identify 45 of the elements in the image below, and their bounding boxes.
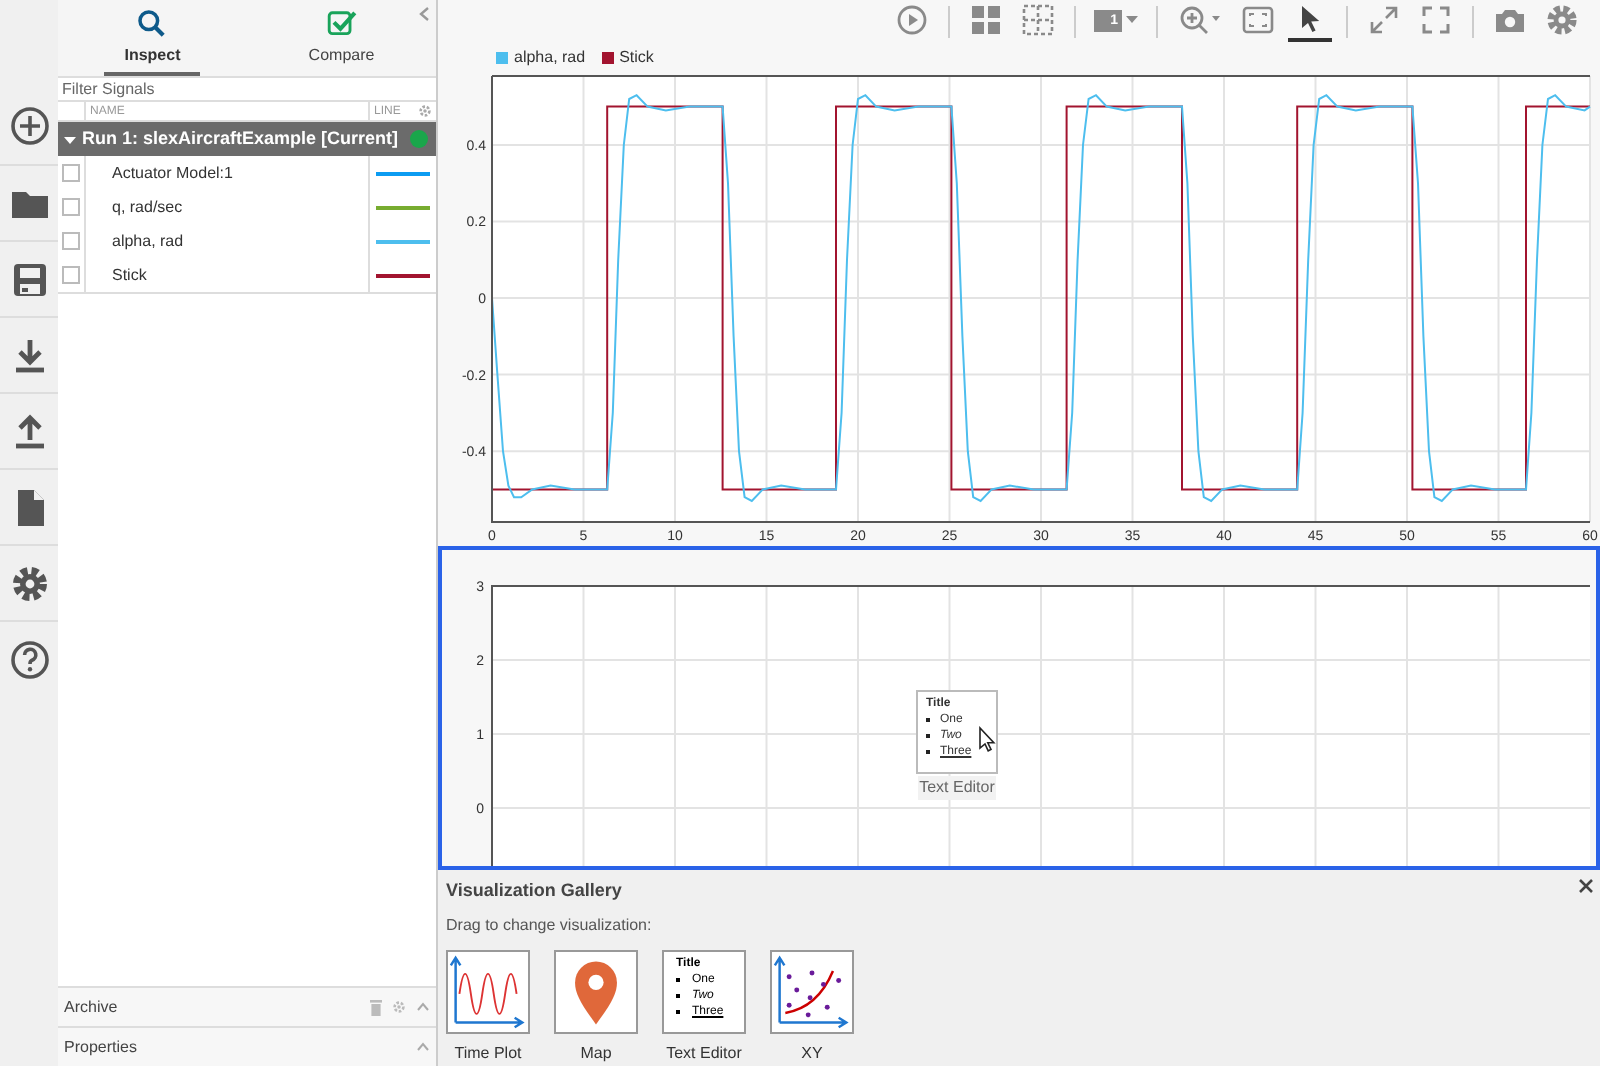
legend-label: alpha, rad bbox=[514, 46, 586, 70]
dotted-grid-icon bbox=[1022, 4, 1054, 37]
signal-name[interactable]: Stick bbox=[86, 263, 368, 287]
checkbox[interactable] bbox=[62, 198, 80, 216]
signal-name[interactable]: Actuator Model:1 bbox=[86, 161, 368, 185]
gallery-tile[interactable] bbox=[554, 950, 638, 1034]
checkbox[interactable] bbox=[62, 232, 80, 250]
gallery-title: Visualization Gallery bbox=[446, 877, 622, 904]
caret-icon bbox=[1126, 16, 1138, 25]
gallery-label: Map bbox=[580, 1042, 612, 1066]
save-icon[interactable] bbox=[9, 259, 49, 299]
zoom-in-icon bbox=[1178, 4, 1222, 37]
expand-icon bbox=[1368, 4, 1400, 37]
checkbox[interactable] bbox=[62, 266, 80, 284]
gallery-hint: Drag to change visualization: bbox=[446, 914, 654, 938]
fit-to-view-icon bbox=[1242, 4, 1274, 37]
scatter-plot-icon bbox=[772, 952, 852, 1032]
close-icon[interactable] bbox=[1578, 877, 1594, 893]
gallery-label: Text Editor bbox=[666, 1042, 742, 1066]
gallery-tile[interactable] bbox=[770, 950, 854, 1034]
chevron-up-icon[interactable] bbox=[416, 1002, 430, 1012]
play-icon bbox=[896, 4, 928, 37]
checkbox-icon bbox=[323, 8, 360, 40]
fullscreen-icon bbox=[1420, 4, 1452, 37]
cursor-icon bbox=[978, 725, 996, 751]
signal-name[interactable]: q, rad/sec bbox=[86, 195, 368, 219]
add-icon[interactable] bbox=[9, 106, 49, 146]
help-icon[interactable] bbox=[9, 639, 49, 679]
collapse-icon[interactable] bbox=[418, 6, 430, 22]
checkbox[interactable] bbox=[62, 164, 80, 182]
settings-icon[interactable] bbox=[9, 563, 49, 603]
gallery-label: XY bbox=[801, 1042, 823, 1066]
gallery-label: Time Plot bbox=[454, 1042, 522, 1066]
trash-icon[interactable] bbox=[370, 999, 382, 1015]
gallery-tile[interactable] bbox=[446, 950, 530, 1034]
legend-label: Stick bbox=[619, 46, 654, 70]
pointer-button[interactable] bbox=[1288, 2, 1332, 43]
expand-arrow-icon[interactable] bbox=[64, 133, 76, 145]
signal-name[interactable]: alpha, rad bbox=[86, 229, 368, 253]
tab[interactable]: Inspect bbox=[58, 0, 247, 76]
tab[interactable]: Compare bbox=[247, 0, 436, 76]
time-plot-icon bbox=[448, 952, 528, 1032]
chevron-up-icon[interactable] bbox=[416, 1042, 430, 1052]
filter-field[interactable]: Filter Signals bbox=[58, 76, 436, 102]
grid-icon bbox=[970, 4, 1002, 37]
